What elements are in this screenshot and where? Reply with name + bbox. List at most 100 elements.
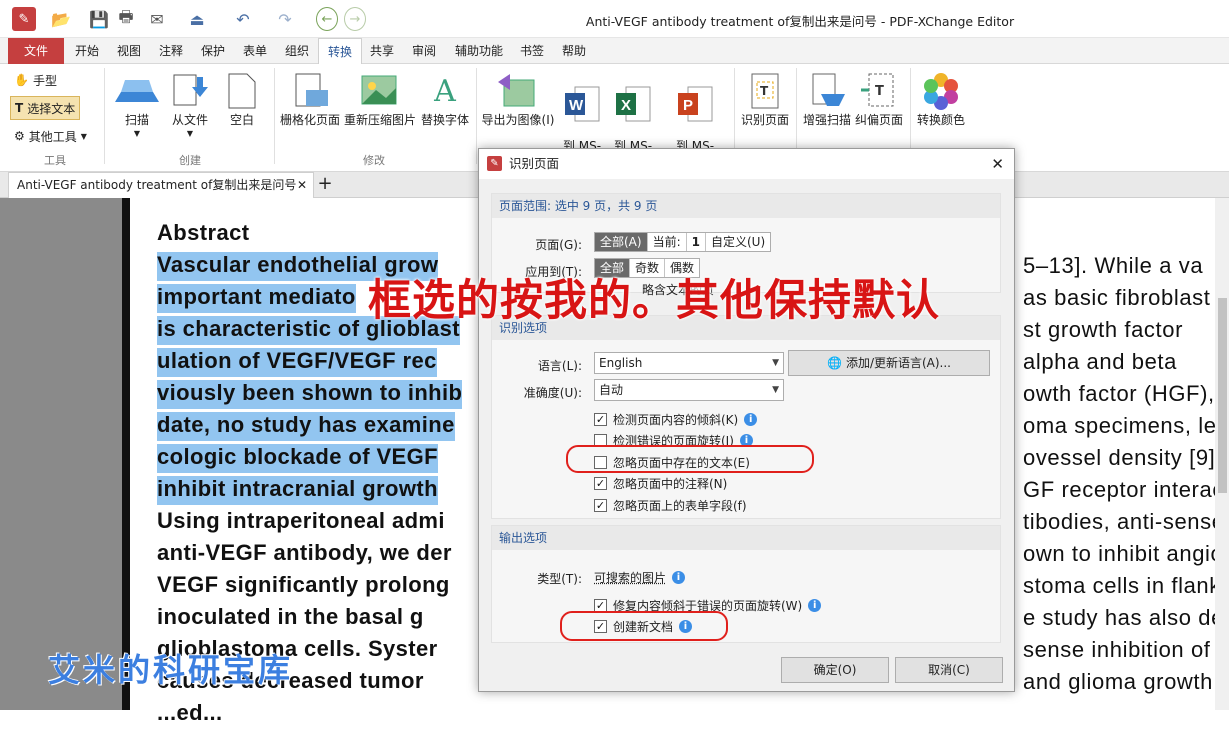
document-line-right: e study has also de: [1023, 605, 1224, 630]
add-language-button[interactable]: 🌐 添加/更新语言(A)...: [788, 350, 990, 376]
vertical-scrollbar[interactable]: [1215, 198, 1229, 710]
export-image-label: 导出为图像(I): [481, 113, 555, 127]
app-logo-icon: ✎: [12, 7, 36, 31]
convert-colors-label: 转换颜色: [916, 113, 965, 127]
tab-share[interactable]: 共享: [362, 38, 402, 64]
color-wheel-icon: [921, 72, 961, 110]
blank-button[interactable]: 空白: [220, 72, 264, 127]
replace-fonts-button[interactable]: A 替换字体: [418, 72, 472, 127]
text-cursor-icon: T: [15, 101, 24, 115]
checkbox-label: 忽略页面中的注释(N): [613, 477, 728, 491]
annotation-ring-new-document: [560, 611, 728, 641]
export-image-button[interactable]: 导出为图像(I): [480, 72, 556, 127]
language-label: 语言(L):: [537, 359, 582, 373]
add-language-label: 添加/更新语言(A)...: [845, 356, 951, 370]
redo-icon[interactable]: ↷: [270, 7, 300, 31]
language-select[interactable]: English ▼: [594, 352, 784, 374]
checkbox-row[interactable]: ✓ 忽略页面上的表单字段(f): [594, 496, 747, 514]
dialog-close-button[interactable]: ✕: [991, 149, 1004, 179]
accuracy-select[interactable]: 自动 ▼: [594, 379, 784, 401]
save-icon[interactable]: 💾: [88, 7, 110, 31]
new-tab-button[interactable]: +: [316, 172, 334, 198]
document-line-right: st growth factor: [1023, 317, 1183, 342]
image-compress-icon: [358, 72, 402, 110]
from-file-button[interactable]: 从文件 ▼: [164, 72, 216, 140]
window-title: Anti-VEGF antibody treatment of复制出来是问号 -…: [585, 14, 1015, 29]
scrollbar-thumb[interactable]: [1218, 298, 1227, 493]
checkbox-row[interactable]: ✓ 忽略页面中的注释(N): [594, 475, 727, 493]
annotation-ring-ignore-text: [566, 445, 814, 473]
back-icon[interactable]: ←: [316, 7, 338, 31]
info-icon[interactable]: i: [808, 598, 822, 612]
tab-help[interactable]: 帮助: [552, 38, 596, 64]
document-line-right: owth factor (HGF),: [1023, 381, 1215, 406]
tab-accessibility[interactable]: 辅助功能: [446, 38, 512, 64]
group-tools-label: 工具: [44, 154, 66, 167]
tab-home[interactable]: 开始: [66, 38, 108, 64]
document-line: viously been shown to inhib: [157, 380, 463, 409]
tab-protect[interactable]: 保护: [192, 38, 234, 64]
document-line-right: GF receptor interac: [1023, 477, 1224, 502]
enhance-scan-icon: [807, 72, 847, 110]
import-file-icon: [168, 72, 212, 110]
select-text-tool[interactable]: T 选择文本: [10, 96, 81, 120]
checkbox-checked[interactable]: ✓: [594, 598, 607, 612]
checkbox-checked[interactable]: ✓: [594, 498, 607, 512]
recompress-button[interactable]: 重新压缩图片: [342, 72, 418, 127]
document-line: important mediato: [157, 284, 356, 313]
document-line-right: 5–13]. While a va: [1023, 253, 1204, 278]
document-line-right: and glioma growth: [1023, 669, 1213, 694]
chevron-down-icon: ▼: [80, 131, 87, 141]
email-icon[interactable]: ✉: [142, 7, 172, 31]
group-modify-label: 修改: [363, 154, 385, 167]
hand-tool[interactable]: ✋ 手型: [10, 68, 61, 92]
scanner-icon[interactable]: ⏏: [182, 7, 212, 31]
document-line: Using intraperitoneal admi: [157, 508, 445, 533]
document-line-right: sense inhibition of V: [1023, 637, 1229, 662]
enhance-scan-button[interactable]: 增强扫描: [800, 72, 854, 127]
scan-button[interactable]: 扫描 ▼: [112, 72, 162, 140]
svg-text:W: W: [569, 97, 584, 114]
cancel-button[interactable]: 取消(C): [895, 657, 1003, 683]
divider: [476, 68, 477, 164]
print-icon[interactable]: 🖶: [115, 7, 137, 31]
tab-bookmarks[interactable]: 书签: [512, 38, 552, 64]
close-tab-icon[interactable]: ✕: [297, 173, 307, 197]
accuracy-label: 准确度(U):: [523, 386, 582, 400]
output-type-value: 可搜索的图片: [594, 570, 667, 585]
instruction-overlay: 框选的按我的。其他保持默认: [368, 276, 940, 326]
convert-colors-button[interactable]: 转换颜色: [914, 72, 968, 127]
tab-view[interactable]: 视图: [108, 38, 150, 64]
checkbox-row[interactable]: ✓ 检测页面内容的倾斜(K) i: [594, 410, 758, 428]
dialog-title-bar: ✎ 识别页面 ✕: [479, 149, 1014, 179]
pages-custom-option[interactable]: 自定义(U): [706, 233, 770, 251]
pages-current-option[interactable]: 当前:: [648, 233, 687, 251]
open-folder-icon[interactable]: 📂: [46, 7, 76, 31]
info-icon[interactable]: i: [672, 570, 686, 584]
select-text-label: 选择文本: [27, 101, 76, 116]
checkbox-checked[interactable]: ✓: [594, 477, 607, 490]
other-tools[interactable]: ⚙ 其他工具 ▼: [10, 124, 91, 148]
blank-page-icon: [224, 72, 260, 110]
undo-icon[interactable]: ↶: [228, 7, 258, 31]
info-icon[interactable]: i: [744, 412, 758, 426]
tab-organize[interactable]: 组织: [276, 38, 318, 64]
tab-file[interactable]: 文件: [8, 38, 64, 64]
pages-all-option[interactable]: 全部(A): [595, 233, 648, 251]
tab-form[interactable]: 表单: [234, 38, 276, 64]
powerpoint-icon: P: [675, 85, 715, 123]
rasterize-icon: [288, 72, 332, 110]
tab-convert[interactable]: 转换: [318, 38, 362, 65]
output-type-select[interactable]: 可搜索的图片 i: [594, 568, 686, 586]
ok-button[interactable]: 确定(O): [781, 657, 889, 683]
recognize-page-button[interactable]: T 识别页面: [738, 72, 792, 127]
other-tools-label: 其他工具: [28, 129, 77, 144]
tab-comment[interactable]: 注释: [150, 38, 192, 64]
document-tab[interactable]: Anti-VEGF antibody treatment of复制出来是问号 ✕: [8, 172, 314, 198]
rasterize-button[interactable]: 栅格化页面: [278, 72, 342, 127]
deskew-button[interactable]: T 纠偏页面: [852, 72, 906, 127]
forward-icon[interactable]: →: [344, 7, 366, 31]
tab-review[interactable]: 审阅: [402, 38, 446, 64]
ocr-icon: T: [745, 72, 785, 110]
checkbox-checked[interactable]: ✓: [594, 412, 607, 426]
